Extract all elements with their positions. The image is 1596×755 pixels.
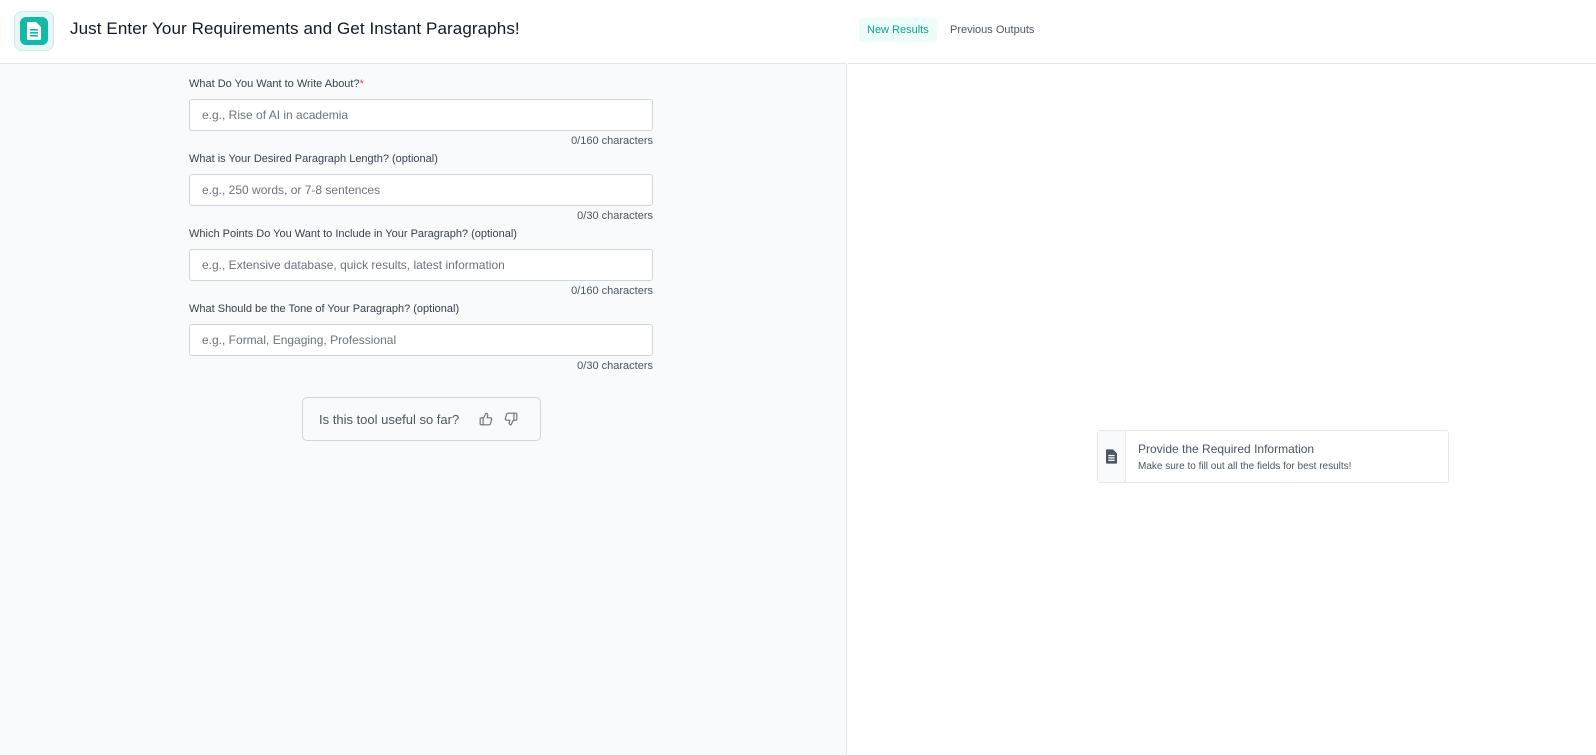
- feedback-widget: Is this tool useful so far?: [302, 397, 541, 441]
- topic-label: What Do You Want to Write About?*: [189, 78, 364, 90]
- tab-new-results[interactable]: New Results: [859, 18, 937, 42]
- document-icon: [20, 17, 48, 45]
- topic-char-count: 0/160 characters: [571, 135, 653, 147]
- thumbs-up-icon[interactable]: [477, 410, 495, 428]
- empty-state-card: Provide the Required Information Make su…: [1097, 430, 1449, 483]
- required-asterisk: *: [359, 78, 364, 90]
- tab-previous-outputs[interactable]: Previous Outputs: [942, 18, 1042, 42]
- page-header: Just Enter Your Requirements and Get Ins…: [0, 0, 847, 64]
- app-logo: [14, 11, 54, 51]
- points-char-count: 0/160 characters: [571, 285, 653, 297]
- topic-input[interactable]: [189, 99, 653, 131]
- length-char-count: 0/30 characters: [577, 210, 653, 222]
- empty-state-title: Provide the Required Information: [1138, 442, 1315, 456]
- tone-char-count: 0/30 characters: [577, 360, 653, 372]
- requirements-form: What Do You Want to Write About?* 0/160 …: [189, 78, 653, 378]
- points-label: Which Points Do You Want to Include in Y…: [189, 228, 517, 240]
- thumbs-down-icon[interactable]: [502, 410, 520, 428]
- page-title: Just Enter Your Requirements and Get Ins…: [70, 19, 520, 38]
- document-icon: [1098, 431, 1126, 482]
- tone-field: What Should be the Tone of Your Paragrap…: [189, 303, 653, 378]
- tone-label: What Should be the Tone of Your Paragrap…: [189, 303, 460, 315]
- empty-state-subtitle: Make sure to fill out all the fields for…: [1138, 461, 1352, 472]
- length-field: What is Your Desired Paragraph Length? (…: [189, 153, 653, 228]
- input-panel: Just Enter Your Requirements and Get Ins…: [0, 0, 847, 755]
- empty-state-text: Provide the Required Information Make su…: [1126, 431, 1363, 482]
- points-input[interactable]: [189, 249, 653, 281]
- results-header: New Results Previous Outputs: [848, 0, 1596, 64]
- length-input[interactable]: [189, 174, 653, 206]
- results-panel: New Results Previous Outputs Provide the…: [848, 0, 1596, 755]
- tone-input[interactable]: [189, 324, 653, 356]
- topic-field: What Do You Want to Write About?* 0/160 …: [189, 78, 653, 153]
- points-field: Which Points Do You Want to Include in Y…: [189, 228, 653, 303]
- feedback-question: Is this tool useful so far?: [319, 412, 460, 427]
- length-label: What is Your Desired Paragraph Length? (…: [189, 153, 438, 165]
